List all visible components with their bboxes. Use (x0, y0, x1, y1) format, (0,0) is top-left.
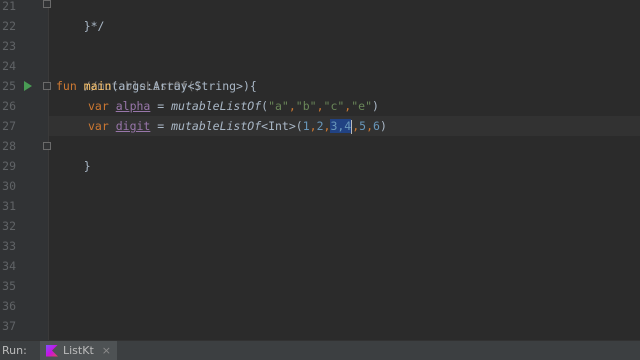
string-literal: "b" (295, 99, 317, 113)
code-line-27-current[interactable]: var digit = mutableListOf<Int>(1,2,3,4,5… (49, 116, 640, 136)
number-literal: 2 (316, 119, 324, 133)
paren: ) (379, 119, 387, 133)
line-number: 34 (2, 259, 16, 273)
line-number: 30 (2, 179, 16, 193)
code-line-26[interactable]: var alpha = mutableListOf("a","b","c","e… (88, 96, 379, 116)
line-number: 35 (2, 279, 16, 293)
comma: , (288, 99, 296, 113)
fold-marker-icon[interactable] (43, 0, 51, 8)
string-literal: "c" (323, 99, 345, 113)
comma: , (366, 119, 374, 133)
code-text: }*/ (83, 19, 105, 33)
fold-marker-icon[interactable] (43, 82, 51, 90)
assign-op: = (150, 119, 172, 133)
line-number: 25 (2, 79, 16, 93)
variable-name: digit (115, 119, 151, 133)
number-literal: 1 (302, 119, 310, 133)
run-label: Run: (2, 344, 27, 357)
code-line-24[interactable]: //mutableListOf() (56, 56, 202, 93)
paren: ( (295, 119, 303, 133)
line-number: 22 (2, 19, 16, 33)
run-gutter-icon[interactable] (24, 81, 32, 91)
variable-name: alpha (115, 99, 151, 113)
run-tab-listkt[interactable]: ListKt × (40, 340, 117, 360)
line-number: 28 (2, 139, 16, 153)
kotlin-icon (46, 344, 58, 357)
paren: ) (372, 99, 379, 113)
line-number: 37 (2, 319, 16, 333)
function-call: mutableListOf (171, 99, 262, 113)
line-number: 27 (2, 119, 16, 133)
fold-marker-icon[interactable] (43, 142, 51, 150)
line-number: 23 (2, 39, 16, 53)
fold-strip (48, 0, 49, 340)
line-number: 33 (2, 239, 16, 253)
function-call: mutableListOf (171, 119, 262, 133)
code-line-25[interactable]: fun main(args:Array<String>){ (56, 76, 257, 96)
code-line-28[interactable]: } (56, 136, 91, 173)
assign-op: = (150, 99, 172, 113)
code-text: } (83, 159, 91, 173)
line-number: 21 (2, 0, 16, 13)
comma: , (316, 99, 324, 113)
function-name: main (83, 79, 112, 93)
code-params: (args:Array<String>){ (111, 79, 257, 93)
line-number: 24 (2, 59, 16, 73)
line-number: 29 (2, 159, 16, 173)
keyword: var (88, 99, 109, 113)
line-number: 31 (2, 199, 16, 213)
line-number: 26 (2, 99, 16, 113)
keyword: fun (56, 79, 77, 93)
run-tool-window-bar: Run: ListKt × (0, 340, 640, 360)
type-argument: <Int> (261, 119, 296, 133)
selected-text[interactable]: 3,4 (330, 119, 352, 133)
line-number: 32 (2, 219, 16, 233)
keyword: var (88, 119, 109, 133)
string-literal: "a" (268, 99, 289, 113)
code-editor[interactable]: 21 22 23 24 25 26 27 28 29 30 31 32 33 3… (0, 0, 640, 340)
close-icon[interactable]: × (102, 344, 111, 357)
line-number: 36 (2, 299, 16, 313)
number-literal: 6 (373, 119, 380, 133)
comma: , (309, 119, 317, 133)
string-literal: "e" (351, 99, 373, 113)
run-tab-label: ListKt (63, 344, 94, 357)
code-line-21[interactable]: }*/ (56, 0, 105, 33)
